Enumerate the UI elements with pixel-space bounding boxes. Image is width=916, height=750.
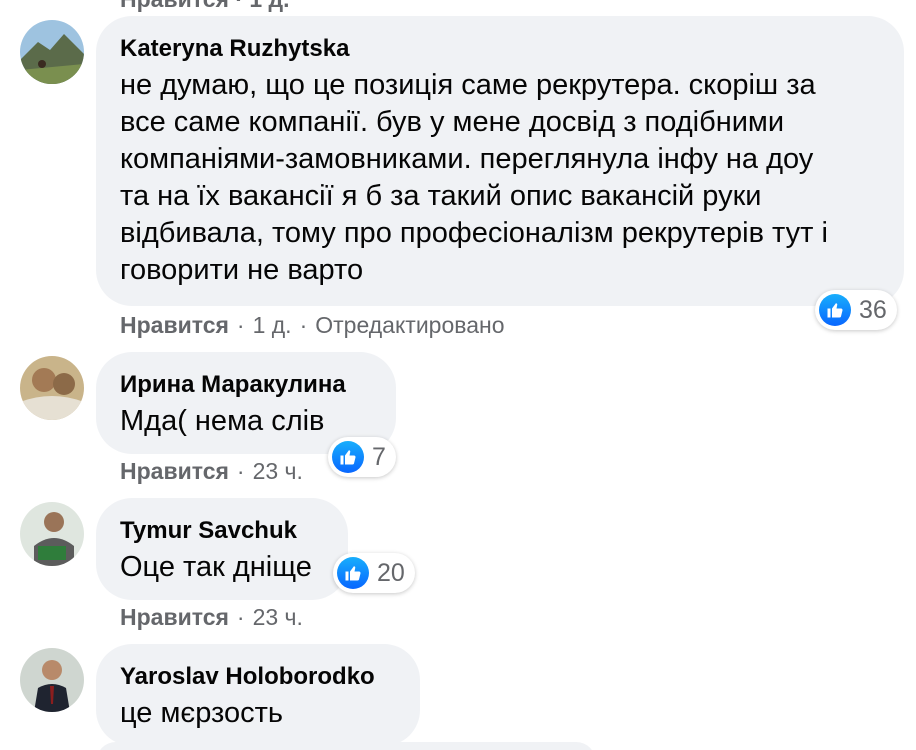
comment-text-line: не думаю, що це позиція саме рекрутера. … bbox=[120, 69, 816, 101]
comment-bubble: Tymur Savchuk Оце так дніще bbox=[96, 498, 348, 600]
comment-bubble: Yaroslav Holoborodko це мєрзость bbox=[96, 644, 420, 746]
comment-author[interactable]: Tymur Savchuk bbox=[120, 516, 324, 546]
avatar[interactable] bbox=[20, 20, 84, 84]
reaction-count: 36 bbox=[859, 295, 887, 324]
comment-actions: Нравится · 23 ч. bbox=[120, 604, 303, 631]
comment-text-line: говорити не варто bbox=[120, 254, 364, 286]
comment-text-line: компаніями-замовниками. переглянула інфу… bbox=[120, 143, 814, 175]
comment-timestamp[interactable]: 1 д. bbox=[253, 312, 292, 339]
comment-actions: Нравится · 23 ч. bbox=[120, 458, 303, 485]
thumbs-up-icon bbox=[332, 441, 364, 473]
comment-bubble: Kateryna Ruzhytska не думаю, що це позиц… bbox=[96, 16, 904, 306]
comment-text-line: відбивала, тому про професіоналізм рекру… bbox=[120, 217, 828, 249]
edited-label: Отредактировано bbox=[315, 312, 505, 338]
comment-text: не думаю, що це позиція саме рекрутера. … bbox=[120, 67, 880, 289]
comment-text: Оце так дніще bbox=[120, 551, 312, 583]
reaction-count: 20 bbox=[377, 558, 405, 587]
thumbs-up-icon bbox=[337, 557, 369, 589]
like-button[interactable]: Нравится bbox=[120, 312, 229, 339]
separator-dot: · bbox=[299, 312, 308, 338]
comment-author[interactable]: Ирина Маракулина bbox=[120, 370, 372, 400]
separator-dot: · bbox=[236, 458, 245, 484]
reaction-count-badge[interactable]: 36 bbox=[815, 290, 897, 330]
avatar[interactable] bbox=[20, 356, 84, 420]
like-button[interactable]: Нравится bbox=[120, 604, 229, 631]
reaction-count: 7 bbox=[372, 442, 386, 471]
comment-text: це мєрзость bbox=[120, 697, 283, 729]
comment-text-line: та на їх вакансії я б за такий опис вака… bbox=[120, 180, 762, 212]
reaction-count-badge[interactable]: 20 bbox=[333, 553, 415, 593]
comment-timestamp[interactable]: 23 ч. bbox=[253, 458, 303, 485]
like-button[interactable]: Нравится bbox=[120, 458, 229, 485]
separator-dot: · bbox=[236, 604, 245, 630]
avatar[interactable] bbox=[20, 648, 84, 712]
comment-author[interactable]: Kateryna Ruzhytska bbox=[120, 34, 880, 64]
next-comment-bubble bbox=[96, 742, 596, 750]
thumbs-up-icon bbox=[819, 294, 851, 326]
previous-comment-actions: Нравится · 1 д. bbox=[120, 0, 290, 13]
comment-author[interactable]: Yaroslav Holoborodko bbox=[120, 662, 396, 692]
comment-actions: Нравится · 1 д. · Отредактировано bbox=[120, 312, 505, 339]
comment-text-line: все саме компанії. був у мене досвід з п… bbox=[120, 106, 785, 138]
comment-text: Мда( нема слів bbox=[120, 405, 325, 437]
avatar[interactable] bbox=[20, 502, 84, 566]
reaction-count-badge[interactable]: 7 bbox=[328, 437, 396, 477]
separator-dot: · bbox=[236, 312, 245, 338]
comment-timestamp[interactable]: 23 ч. bbox=[253, 604, 303, 631]
